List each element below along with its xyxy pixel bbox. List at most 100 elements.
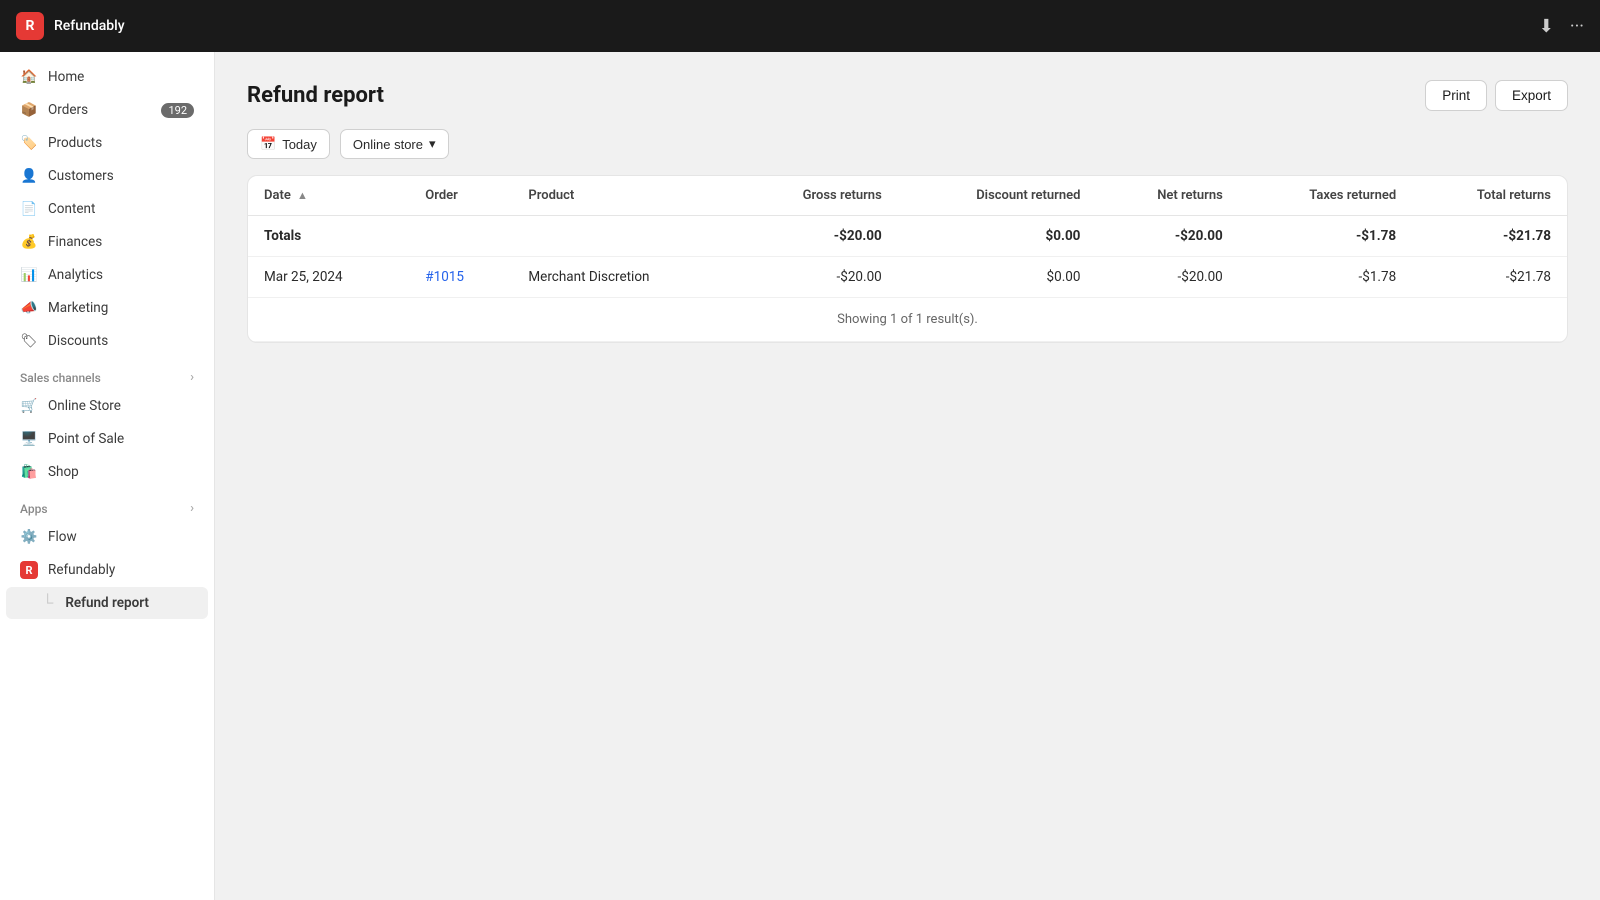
- topbar-actions: ⬇ ···: [1539, 16, 1584, 37]
- col-discount-returned: Discount returned: [898, 176, 1097, 216]
- sidebar-item-label: Analytics: [48, 267, 103, 283]
- store-dropdown-icon: ▾: [429, 136, 436, 152]
- row-discount-returned: $0.00: [898, 257, 1097, 298]
- table-header: Date ▲ Order Product Gross returns Disco…: [248, 176, 1567, 216]
- analytics-icon: 📊: [20, 266, 38, 284]
- shop-icon: 🛍️: [20, 463, 38, 481]
- topbar: R Refundably ⬇ ···: [0, 0, 1600, 52]
- content-icon: 📄: [20, 200, 38, 218]
- sidebar-item-point-of-sale[interactable]: 🖥️ Point of Sale: [6, 423, 208, 455]
- sort-icon: ▲: [297, 189, 308, 202]
- row-net-returns: -$20.00: [1096, 257, 1238, 298]
- date-filter[interactable]: 📅 Today: [247, 129, 330, 159]
- table-row: Mar 25, 2024 #1015 Merchant Discretion -…: [248, 257, 1567, 298]
- sidebar-item-label: Online Store: [48, 398, 121, 414]
- main-content: Refund report Print Export 📅 Today Onlin…: [215, 52, 1600, 900]
- store-filter[interactable]: Online store ▾: [340, 129, 449, 159]
- sidebar-item-content[interactable]: 📄 Content: [6, 193, 208, 225]
- sidebar-item-customers[interactable]: 👤 Customers: [6, 160, 208, 192]
- sidebar-item-label: Finances: [48, 234, 102, 250]
- col-taxes-returned: Taxes returned: [1239, 176, 1412, 216]
- sidebar-item-label: Home: [48, 69, 84, 85]
- orders-badge: 192: [161, 103, 194, 118]
- sidebar-item-products[interactable]: 🏷️ Products: [6, 127, 208, 159]
- col-order: Order: [409, 176, 512, 216]
- totals-gross-returns: -$20.00: [736, 216, 898, 257]
- store-filter-label: Online store: [353, 137, 423, 152]
- row-taxes-returned: -$1.78: [1239, 257, 1412, 298]
- customers-icon: 👤: [20, 167, 38, 185]
- totals-net-returns: -$20.00: [1096, 216, 1238, 257]
- page-title: Refund report: [247, 83, 384, 108]
- sidebar-item-label: Orders: [48, 102, 88, 118]
- totals-discount-returned: $0.00: [898, 216, 1097, 257]
- sidebar-item-label: Flow: [48, 529, 77, 545]
- app-logo: R: [16, 12, 44, 40]
- row-total-returns: -$21.78: [1412, 257, 1567, 298]
- sidebar-item-flow[interactable]: ⚙️ Flow: [6, 521, 208, 553]
- sidebar-item-finances[interactable]: 💰 Finances: [6, 226, 208, 258]
- app-name: Refundably: [54, 18, 1539, 34]
- print-button[interactable]: Print: [1425, 80, 1487, 111]
- row-gross-returns: -$20.00: [736, 257, 898, 298]
- sidebar-item-refund-report[interactable]: └ Refund report: [6, 587, 208, 619]
- online-store-icon: 🛒: [20, 397, 38, 415]
- flow-icon: ⚙️: [20, 528, 38, 546]
- sales-channels-section: Sales channels ›: [0, 358, 214, 389]
- refundably-icon: R: [20, 561, 38, 579]
- point-of-sale-icon: 🖥️: [20, 430, 38, 448]
- sidebar-item-analytics[interactable]: 📊 Analytics: [6, 259, 208, 291]
- refund-table-container: Date ▲ Order Product Gross returns Disco…: [247, 175, 1568, 343]
- calendar-icon: 📅: [260, 136, 276, 152]
- sidebar-item-label: Point of Sale: [48, 431, 124, 447]
- apps-section: Apps ›: [0, 489, 214, 520]
- totals-row: Totals -$20.00 $0.00 -$20.00 -$1.78 -$21…: [248, 216, 1567, 257]
- finances-icon: 💰: [20, 233, 38, 251]
- order-link[interactable]: #1015: [425, 269, 464, 285]
- showing-text: Showing 1 of 1 result(s).: [248, 298, 1567, 342]
- more-icon[interactable]: ···: [1570, 16, 1584, 37]
- sidebar-item-orders[interactable]: 📦 Orders 192: [6, 94, 208, 126]
- totals-product: [512, 216, 735, 257]
- sidebar-item-online-store[interactable]: 🛒 Online Store: [6, 390, 208, 422]
- sidebar-item-label: Customers: [48, 168, 114, 184]
- products-icon: 🏷️: [20, 134, 38, 152]
- col-date[interactable]: Date ▲: [248, 176, 409, 216]
- totals-taxes-returned: -$1.78: [1239, 216, 1412, 257]
- sidebar-sub-item-label: Refund report: [65, 595, 149, 611]
- download-icon[interactable]: ⬇: [1539, 16, 1554, 37]
- header-actions: Print Export: [1425, 80, 1568, 111]
- row-order: #1015: [409, 257, 512, 298]
- col-net-returns: Net returns: [1096, 176, 1238, 216]
- sidebar-item-shop[interactable]: 🛍️ Shop: [6, 456, 208, 488]
- table-body: Totals -$20.00 $0.00 -$20.00 -$1.78 -$21…: [248, 216, 1567, 342]
- sidebar-item-label: Products: [48, 135, 102, 151]
- col-gross-returns: Gross returns: [736, 176, 898, 216]
- marketing-icon: 📣: [20, 299, 38, 317]
- col-product: Product: [512, 176, 735, 216]
- filters-bar: 📅 Today Online store ▾: [247, 129, 1568, 159]
- row-product: Merchant Discretion: [512, 257, 735, 298]
- sidebar-item-marketing[interactable]: 📣 Marketing: [6, 292, 208, 324]
- sub-connector-icon: └: [42, 593, 53, 613]
- totals-label: Totals: [248, 216, 409, 257]
- sidebar-item-label: Content: [48, 201, 95, 217]
- row-date: Mar 25, 2024: [248, 257, 409, 298]
- sidebar-item-label: Refundably: [48, 562, 115, 578]
- home-icon: 🏠: [20, 68, 38, 86]
- sidebar-item-refundably[interactable]: R Refundably: [6, 554, 208, 586]
- sidebar-item-discounts[interactable]: 🏷 Discounts: [6, 325, 208, 357]
- totals-order: [409, 216, 512, 257]
- sidebar-item-home[interactable]: 🏠 Home: [6, 61, 208, 93]
- sidebar-item-label: Shop: [48, 464, 79, 480]
- orders-icon: 📦: [20, 101, 38, 119]
- date-filter-label: Today: [282, 137, 317, 152]
- sales-channels-chevron[interactable]: ›: [190, 370, 194, 385]
- sidebar-item-label: Marketing: [48, 300, 108, 316]
- totals-total-returns: -$21.78: [1412, 216, 1567, 257]
- col-total-returns: Total returns: [1412, 176, 1567, 216]
- page-header: Refund report Print Export: [247, 80, 1568, 111]
- export-button[interactable]: Export: [1495, 80, 1568, 111]
- discounts-icon: 🏷: [20, 332, 38, 350]
- apps-chevron[interactable]: ›: [190, 501, 194, 516]
